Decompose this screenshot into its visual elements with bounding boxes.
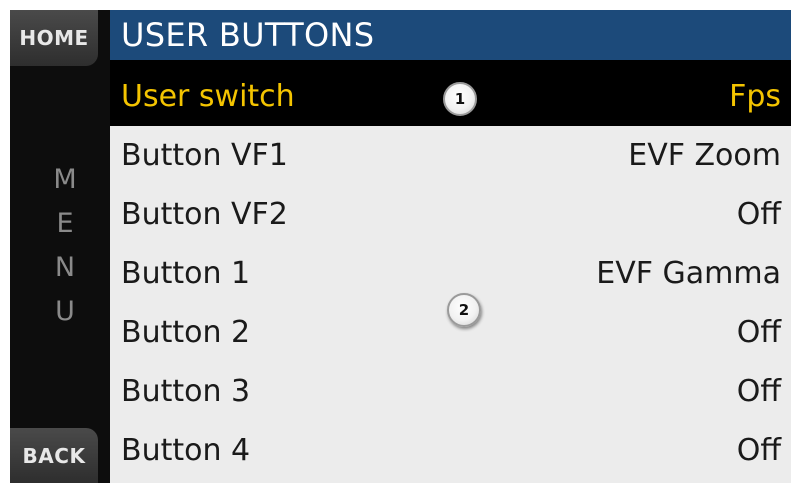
callout-marker-1: 1 <box>443 82 477 116</box>
setting-value: Off <box>736 197 781 232</box>
setting-row-button-4[interactable]: Button 4 Off <box>110 421 791 480</box>
setting-value: EVF Gamma <box>596 256 781 291</box>
setting-row-button-vf2[interactable]: Button VF2 Off <box>110 185 791 244</box>
settings-list: User switch Fps Button VF1 EVF Zoom Butt… <box>110 67 791 483</box>
menu-letter: N <box>54 252 76 283</box>
page-title: USER BUTTONS <box>121 16 375 54</box>
setting-value: Off <box>736 433 781 468</box>
setting-value: Fps <box>729 79 781 114</box>
setting-label: Button VF1 <box>121 138 288 173</box>
setting-label: Button 1 <box>121 256 251 291</box>
menu-label[interactable]: M E N U <box>50 158 80 334</box>
setting-row-button-3[interactable]: Button 3 Off <box>110 362 791 421</box>
setting-value: Off <box>736 374 781 409</box>
setting-value: Off <box>736 315 781 350</box>
camera-menu-screen: HOME M E N U BACK USER BUTTONS User swit… <box>10 10 791 483</box>
menu-letter: M <box>53 164 77 195</box>
header-bar: USER BUTTONS <box>110 10 791 60</box>
callout-marker-2: 2 <box>447 293 481 327</box>
setting-label: Button 2 <box>121 315 251 350</box>
setting-label: User switch <box>121 79 295 114</box>
menu-letter: E <box>56 208 74 239</box>
setting-label: Button VF2 <box>121 197 288 232</box>
menu-letter: U <box>55 296 75 327</box>
setting-value: EVF Zoom <box>628 138 781 173</box>
setting-label: Button 4 <box>121 433 251 468</box>
setting-label: Button 3 <box>121 374 251 409</box>
setting-row-button-vf1[interactable]: Button VF1 EVF Zoom <box>110 126 791 185</box>
back-button[interactable]: BACK <box>10 428 98 483</box>
home-button[interactable]: HOME <box>10 10 98 66</box>
setting-row-button-1[interactable]: Button 1 EVF Gamma <box>110 244 791 303</box>
sidebar: HOME M E N U BACK <box>10 10 110 483</box>
